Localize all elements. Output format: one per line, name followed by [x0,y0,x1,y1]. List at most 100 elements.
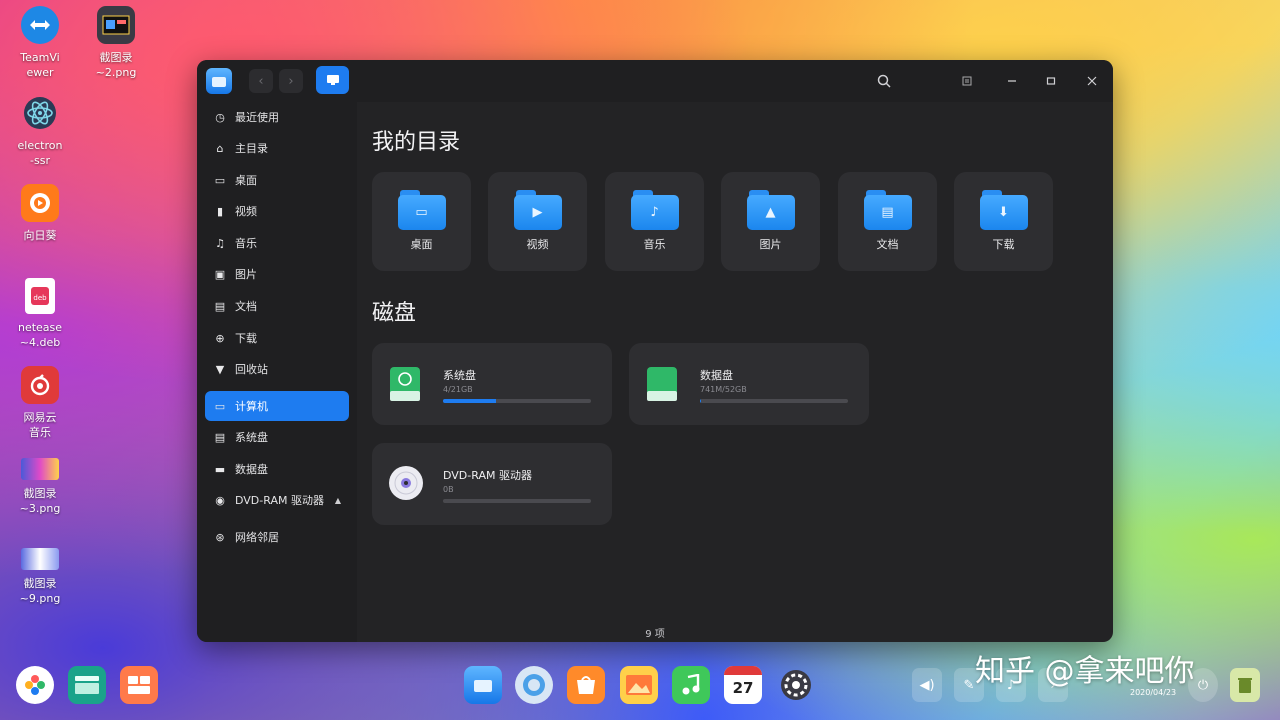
desktop-icon-label: electron -ssr [17,139,63,167]
calendar-day: 27 [732,679,754,697]
sidebar-item-data-disk[interactable]: ▬ 数据盘 [205,454,349,484]
chevron-left-icon: ‹ [258,73,264,89]
sidebar-item-home[interactable]: ⌂ 主目录 [205,133,349,163]
sidebar-item-label: 网络邻居 [235,531,279,544]
disk-card-data[interactable]: 数据盘 741M/52GB [629,343,869,425]
folder-pictures[interactable]: ▲ 图片 [721,172,820,271]
desktop-icon-teamviewer[interactable]: TeamVi ewer [10,6,70,80]
main-content: 我的目录 ▭ 桌面 ▶ 视频 ♪ 音乐 ▲ 图片 ▤ 文档 ⬇ 下载 磁盘 系统… [357,102,1113,642]
video-icon: ▮ [216,204,224,218]
desktop-icon-electron[interactable]: electron -ssr [10,94,70,168]
minimize-icon [1008,80,1016,82]
folder-music[interactable]: ♪ 音乐 [605,172,704,271]
sidebar-item-recent[interactable]: ◷ 最近使用 [205,102,349,132]
folder-downloads[interactable]: ⬇ 下载 [954,172,1053,271]
folder-label: 下载 [992,238,1015,251]
disk-size: 0B [443,485,454,494]
my-directories-title: 我的目录 [372,130,461,155]
desktop-icon-screenshot-9[interactable]: 截图录 ~9.png [10,548,70,606]
disk-icon: ▤ [214,430,226,444]
forward-button[interactable]: › [279,69,303,93]
sidebar-item-label: 音乐 [235,237,257,250]
desktop-icon-netease-deb[interactable]: deb netease ~4.deb [10,278,70,350]
music-folder-icon: ♪ [630,190,679,230]
sidebar-item-system-disk[interactable]: ▤ 系统盘 [205,422,349,452]
folder-documents[interactable]: ▤ 文档 [838,172,937,271]
close-icon [1087,76,1097,86]
file-manager-dock-icon[interactable] [464,666,502,704]
sidebar-item-label: 计算机 [235,400,268,413]
sidebar-item-dvd[interactable]: ◉ DVD-RAM 驱动器 ▲ [205,485,349,515]
sidebar-item-downloads[interactable]: ⊕ 下载 [205,323,349,353]
desktop-icon-netease-music[interactable]: 网易云 音乐 [10,366,70,440]
music-icon: ♫ [215,236,225,250]
sidebar-item-documents[interactable]: ▤ 文档 [205,291,349,321]
image-file-icon [97,6,135,44]
network-icon: ⊛ [215,530,225,544]
close-button[interactable] [1081,70,1103,92]
folder-desktop[interactable]: ▭ 桌面 [372,172,471,271]
disks-title: 磁盘 [372,301,417,326]
sunflower-icon [21,184,59,222]
music-player-icon[interactable] [672,666,710,704]
sidebar-item-computer[interactable]: ▭ 计算机 [205,391,349,421]
launcher-icon[interactable] [16,666,54,704]
disk-name: 系统盘 [443,369,476,382]
sidebar: ◷ 最近使用 ⌂ 主目录 ▭ 桌面 ▮ 视频 ♫ 音乐 ▣ 图片 ▤ 文档 ⊕ 下载 ▼ 回收站 … [197,102,357,642]
desktop-icon-screenshot-3[interactable]: 截图录 ~3.png [10,458,70,516]
eject-icon[interactable]: ▲ [335,496,341,505]
search-button[interactable] [873,70,895,92]
system-disk-icon [390,367,420,401]
disk-usage-bar [443,499,591,503]
sidebar-item-trash[interactable]: ▼ 回收站 [205,354,349,384]
disk-size: 4/21GB [443,385,473,394]
minimize-button[interactable] [1001,70,1023,92]
settings-gear-icon[interactable] [777,666,815,704]
sidebar-item-network[interactable]: ⊛ 网络邻居 [205,522,349,552]
desktop-icon: ▭ [214,173,226,187]
desktop-icon-sunflower[interactable]: 向日葵 [10,184,70,243]
menu-button[interactable] [956,70,978,92]
app-store-icon[interactable] [567,666,605,704]
picture-icon: ▣ [214,267,226,281]
sidebar-item-label: 主目录 [235,142,268,155]
folder-label: 桌面 [410,238,433,251]
sidebar-item-video[interactable]: ▮ 视频 [205,196,349,226]
sidebar-item-pictures[interactable]: ▣ 图片 [205,259,349,289]
chevron-right-icon: › [288,73,294,89]
calendar-icon[interactable]: 27 [724,666,762,704]
svg-text:deb: deb [33,294,47,302]
volume-icon[interactable]: ◀) [912,668,942,702]
sidebar-item-label: 下载 [235,332,257,345]
sidebar-item-music[interactable]: ♫ 音乐 [205,228,349,258]
desktop-icon-label: 截图录 ~2.png [95,51,137,79]
desktop-icon-label: 截图录 ~3.png [19,487,61,515]
back-button[interactable]: ‹ [249,69,273,93]
breadcrumb-computer-button[interactable] [316,66,349,94]
image-viewer-icon[interactable] [620,666,658,704]
desktop-icon-label: 向日葵 [23,229,57,242]
desktop-icon-screenshot-2[interactable]: 截图录 ~2.png [86,6,146,80]
disk-usage-fill [443,399,497,403]
document-icon: ▤ [214,299,226,313]
maximize-button[interactable] [1040,70,1062,92]
sidebar-item-desktop[interactable]: ▭ 桌面 [205,165,349,195]
zhihu-watermark: 知乎 @拿来吧你 [975,654,1195,689]
sidebar-item-label: 桌面 [235,174,257,187]
trash-dock-icon[interactable] [1230,668,1260,702]
folder-label: 视频 [526,238,549,251]
search-icon [877,74,891,88]
workspace-icon[interactable] [120,666,158,704]
item-count-status: 9 项 [645,629,665,640]
sidebar-item-label: 最近使用 [235,111,279,124]
download-folder-icon: ⬇ [979,190,1028,230]
image-file-icon [21,458,59,480]
dvd-icon: ◉ [215,493,225,507]
disk-card-system[interactable]: 系统盘 4/21GB [372,343,612,425]
image-file-icon [21,548,59,570]
folder-label: 图片 [759,238,782,251]
browser-icon[interactable] [515,666,553,704]
disk-card-dvd[interactable]: DVD-RAM 驱动器 0B [372,443,612,525]
folder-video[interactable]: ▶ 视频 [488,172,587,271]
multitask-view-icon[interactable] [68,666,106,704]
